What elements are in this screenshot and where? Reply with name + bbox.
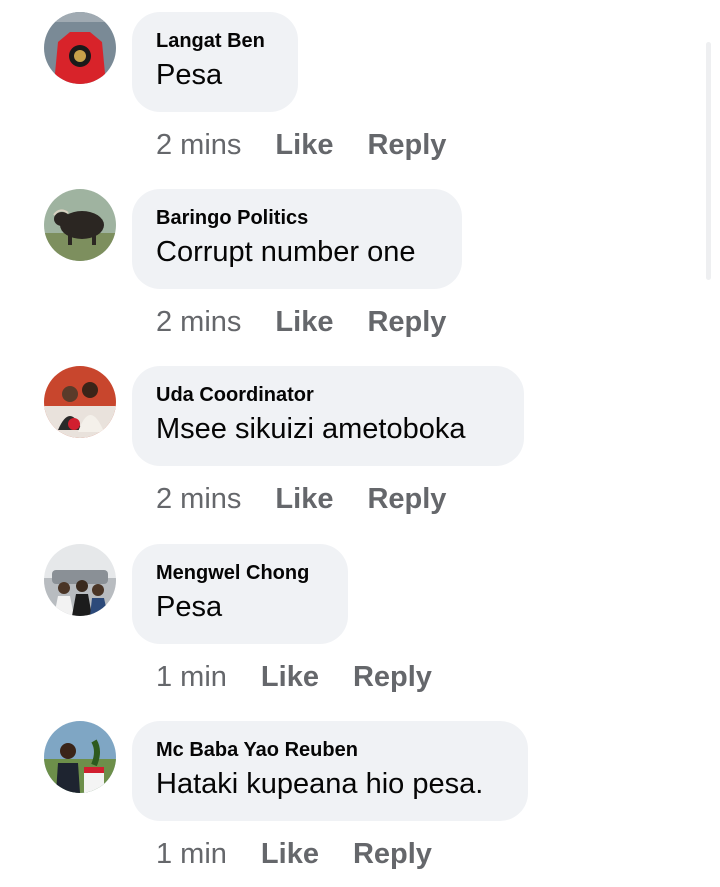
like-button[interactable]: Like [275, 129, 333, 161]
comment-author[interactable]: Langat Ben [156, 26, 274, 56]
comment-bubble: Baringo Politics Corrupt number one [132, 189, 462, 289]
comment-actions: 1 min Like Reply [156, 834, 432, 874]
comment-author[interactable]: Baringo Politics [156, 203, 438, 233]
comment-text: Msee sikuizi ametoboka [156, 413, 466, 445]
comment-text: Corrupt number one [156, 236, 416, 268]
comment-text: Pesa [156, 59, 223, 91]
comment-actions: 2 mins Like Reply [156, 479, 446, 519]
comment-time[interactable]: 2 mins [156, 129, 241, 161]
group-avatar-image [44, 544, 116, 616]
avatar[interactable] [44, 366, 116, 438]
podium-avatar-image [44, 721, 116, 793]
comment-time[interactable]: 1 min [156, 838, 227, 870]
avatar[interactable] [44, 544, 116, 616]
reply-button[interactable]: Reply [367, 306, 446, 338]
comment-bubble: Mc Baba Yao Reuben Hataki kupeana hio pe… [132, 721, 528, 821]
comment-bubble: Uda Coordinator Msee sikuizi ametoboka [132, 366, 524, 466]
scrollbar[interactable] [706, 42, 711, 280]
avatar[interactable] [44, 189, 116, 261]
buffalo-avatar-image [44, 189, 116, 261]
comment-actions: 2 mins Like Reply [156, 302, 446, 342]
comment-time[interactable]: 1 min [156, 661, 227, 693]
couple-avatar-image [44, 366, 116, 438]
comment-author[interactable]: Mc Baba Yao Reuben [156, 735, 504, 765]
comment-bubble: Langat Ben Pesa [132, 12, 298, 112]
comment-time[interactable]: 2 mins [156, 306, 241, 338]
comment-time[interactable]: 2 mins [156, 483, 241, 515]
comment-author[interactable]: Mengwel Chong [156, 558, 324, 588]
reply-button[interactable]: Reply [353, 661, 432, 693]
like-button[interactable]: Like [261, 661, 319, 693]
like-button[interactable]: Like [275, 483, 333, 515]
comment-actions: 1 min Like Reply [156, 657, 432, 697]
avatar[interactable] [44, 12, 116, 84]
like-button[interactable]: Like [275, 306, 333, 338]
avatar[interactable] [44, 721, 116, 793]
comment-text: Hataki kupeana hio pesa. [156, 768, 484, 800]
like-button[interactable]: Like [261, 838, 319, 870]
reply-button[interactable]: Reply [367, 483, 446, 515]
comment-text: Pesa [156, 591, 223, 623]
comment-actions: 2 mins Like Reply [156, 125, 446, 165]
reply-button[interactable]: Reply [367, 129, 446, 161]
red-jersey-avatar-image [44, 12, 116, 84]
comment-bubble: Mengwel Chong Pesa [132, 544, 348, 644]
comment-author[interactable]: Uda Coordinator [156, 380, 500, 410]
reply-button[interactable]: Reply [353, 838, 432, 870]
